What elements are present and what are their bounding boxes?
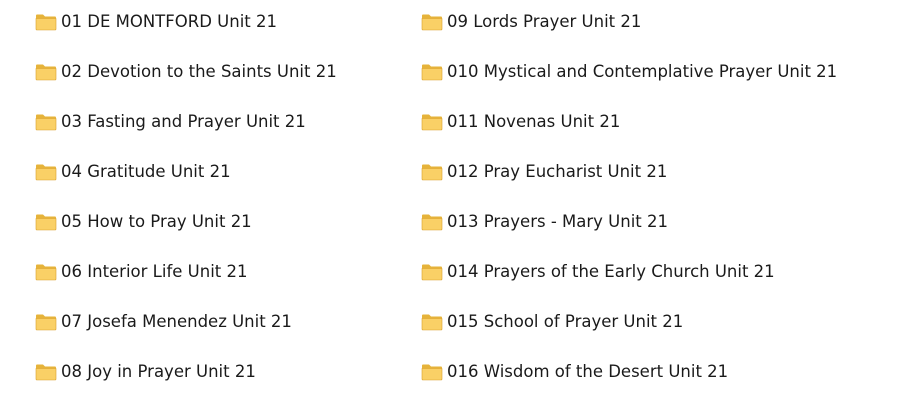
folder-label: 04 Gratitude Unit 21 [61, 162, 231, 181]
folder-label: 01 DE MONTFORD Unit 21 [61, 12, 277, 31]
folder-item[interactable]: 05 How to Pray Unit 21 [35, 207, 252, 237]
folder-label: 014 Prayers of the Early Church Unit 21 [447, 262, 775, 281]
folder-item[interactable]: 012 Pray Eucharist Unit 21 [421, 157, 667, 187]
folder-item[interactable]: 07 Josefa Menendez Unit 21 [35, 307, 292, 337]
folder-label: 06 Interior Life Unit 21 [61, 262, 248, 281]
folder-item[interactable]: 08 Joy in Prayer Unit 21 [35, 357, 256, 387]
folder-label: 02 Devotion to the Saints Unit 21 [61, 62, 337, 81]
folder-item[interactable]: 09 Lords Prayer Unit 21 [421, 7, 641, 37]
folder-label: 016 Wisdom of the Desert Unit 21 [447, 362, 729, 381]
folder-icon [421, 163, 443, 181]
folder-item[interactable]: 013 Prayers - Mary Unit 21 [421, 207, 668, 237]
folder-label: 015 School of Prayer Unit 21 [447, 312, 684, 331]
folder-item[interactable]: 01 DE MONTFORD Unit 21 [35, 7, 277, 37]
folder-icon [35, 363, 57, 381]
folder-item[interactable]: 015 School of Prayer Unit 21 [421, 307, 683, 337]
folder-label: 07 Josefa Menendez Unit 21 [61, 312, 292, 331]
folder-icon [421, 213, 443, 231]
folder-icon [421, 113, 443, 131]
folder-icon [35, 263, 57, 281]
folder-item[interactable]: 014 Prayers of the Early Church Unit 21 [421, 257, 775, 287]
folder-icon [35, 113, 57, 131]
folder-grid: 01 DE MONTFORD Unit 21 02 Devotion to th… [0, 0, 898, 415]
folder-icon [421, 13, 443, 31]
folder-item[interactable]: 011 Novenas Unit 21 [421, 107, 620, 137]
folder-label: 010 Mystical and Contemplative Prayer Un… [447, 62, 838, 81]
folder-icon [421, 313, 443, 331]
folder-icon [35, 313, 57, 331]
folder-label: 012 Pray Eucharist Unit 21 [447, 162, 668, 181]
folder-icon [35, 63, 57, 81]
folder-label: 011 Novenas Unit 21 [447, 112, 621, 131]
folder-label: 013 Prayers - Mary Unit 21 [447, 212, 669, 231]
folder-item[interactable]: 02 Devotion to the Saints Unit 21 [35, 57, 337, 87]
folder-icon [421, 363, 443, 381]
folder-label: 05 How to Pray Unit 21 [61, 212, 252, 231]
folder-item[interactable]: 010 Mystical and Contemplative Prayer Un… [421, 57, 837, 87]
folder-item[interactable]: 04 Gratitude Unit 21 [35, 157, 231, 187]
folder-item[interactable]: 016 Wisdom of the Desert Unit 21 [421, 357, 728, 387]
folder-label: 09 Lords Prayer Unit 21 [447, 12, 642, 31]
folder-label: 08 Joy in Prayer Unit 21 [61, 362, 256, 381]
folder-icon [35, 13, 57, 31]
folder-icon [421, 263, 443, 281]
folder-item[interactable]: 03 Fasting and Prayer Unit 21 [35, 107, 306, 137]
folder-item[interactable]: 06 Interior Life Unit 21 [35, 257, 248, 287]
folder-icon [35, 213, 57, 231]
folder-icon [421, 63, 443, 81]
folder-icon [35, 163, 57, 181]
folder-label: 03 Fasting and Prayer Unit 21 [61, 112, 306, 131]
